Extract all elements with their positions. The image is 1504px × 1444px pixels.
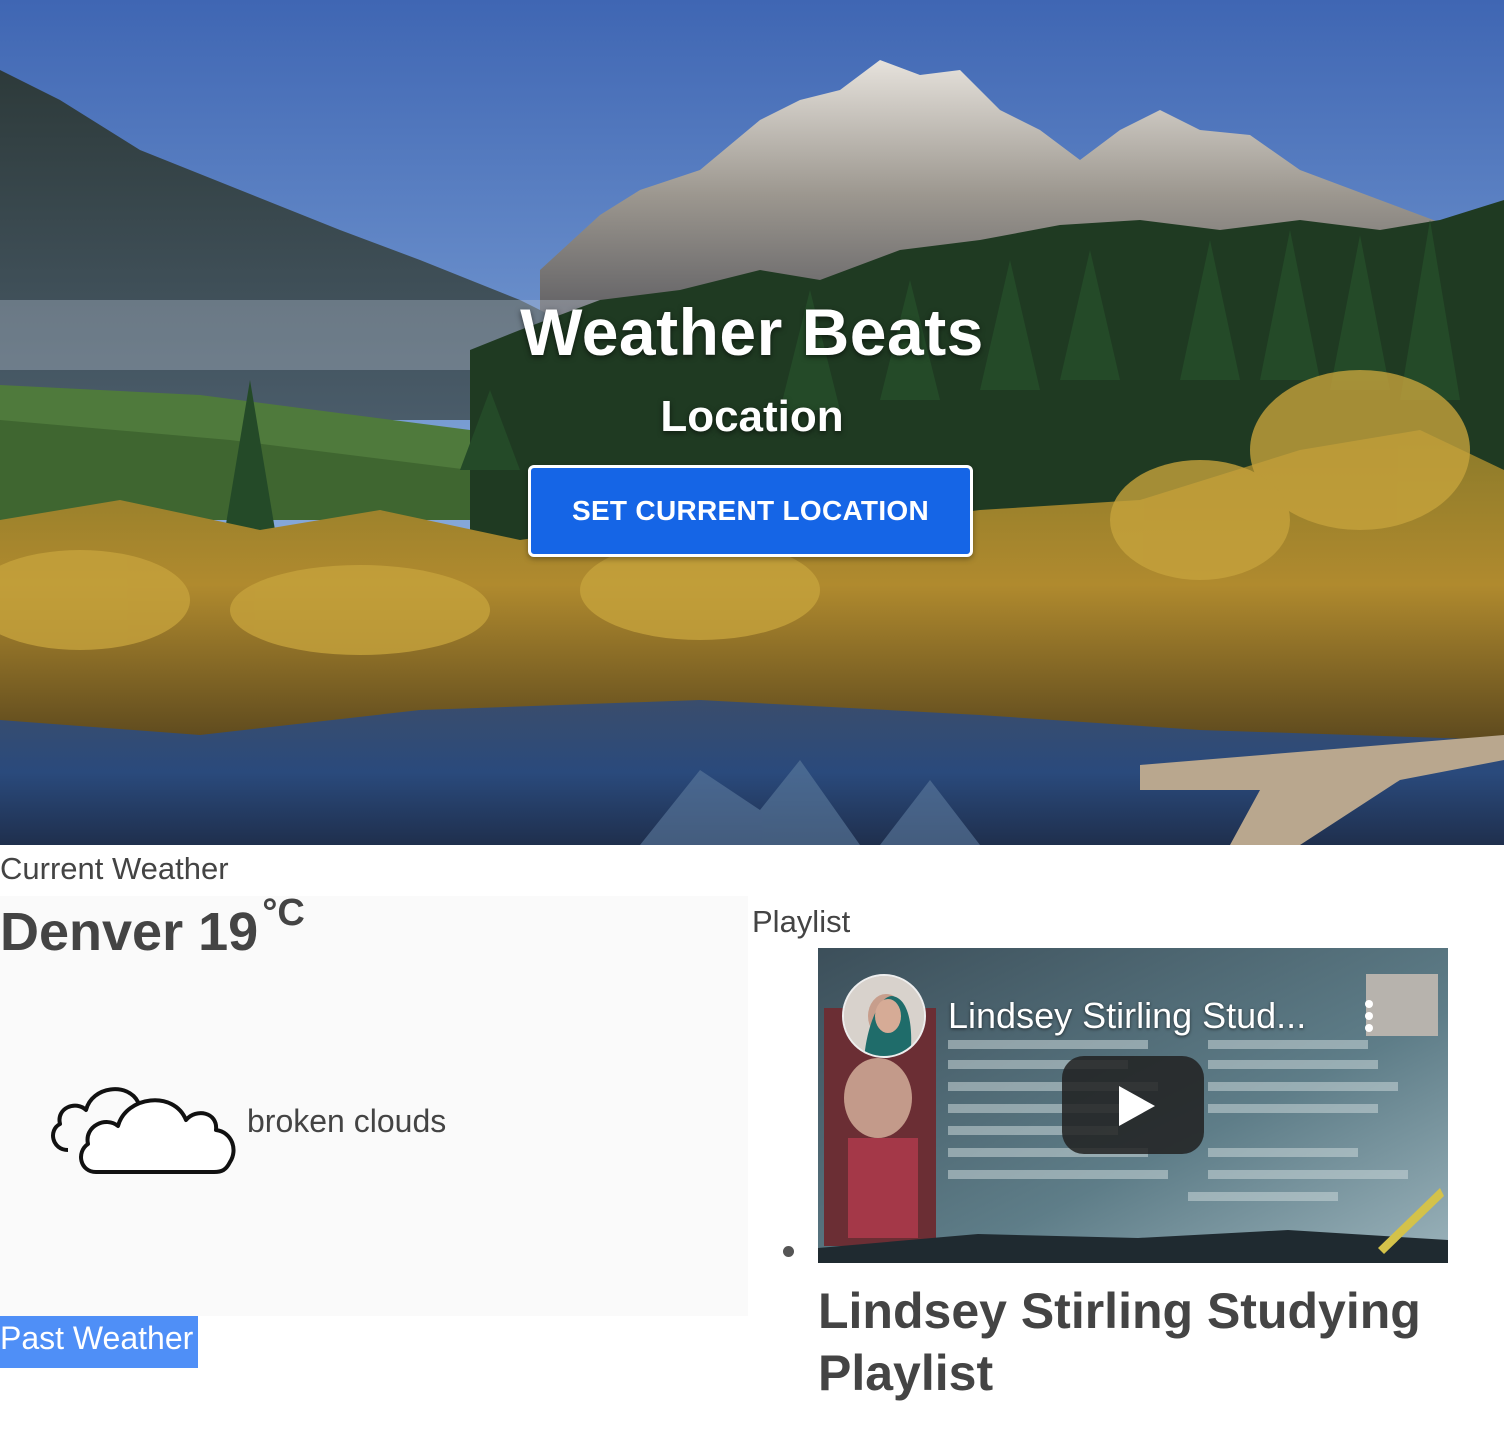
city-name: Denver	[0, 902, 184, 962]
playlist-label: Playlist	[752, 904, 851, 939]
temperature-unit: °C	[262, 892, 305, 934]
app-title: Weather Beats	[520, 295, 984, 369]
city-temperature: Denver 19 °C	[0, 892, 305, 963]
hero-banner: Weather Beats Location SET CURRENT LOCAT…	[0, 0, 1504, 845]
channel-avatar[interactable]	[842, 974, 926, 1058]
location-heading: Location	[660, 392, 844, 441]
youtube-video-embed[interactable]: Lindsey Stirling Stud...	[818, 948, 1448, 1263]
set-current-location-button[interactable]: SET CURRENT LOCATION	[528, 465, 973, 557]
video-overlay-title[interactable]: Lindsey Stirling Stud...	[948, 995, 1306, 1037]
cloud-icon	[51, 1087, 236, 1174]
list-bullet	[783, 1246, 794, 1257]
kebab-menu-icon[interactable]	[1364, 1000, 1374, 1036]
temperature-value: 19	[198, 902, 259, 962]
play-icon[interactable]	[1062, 1056, 1204, 1154]
current-weather-label: Current Weather	[0, 851, 229, 886]
playlist-video-title[interactable]: Lindsey Stirling Studying Playlist	[818, 1280, 1458, 1404]
weather-description: broken clouds	[247, 1103, 447, 1139]
past-weather-label[interactable]: Past Weather	[0, 1316, 198, 1368]
